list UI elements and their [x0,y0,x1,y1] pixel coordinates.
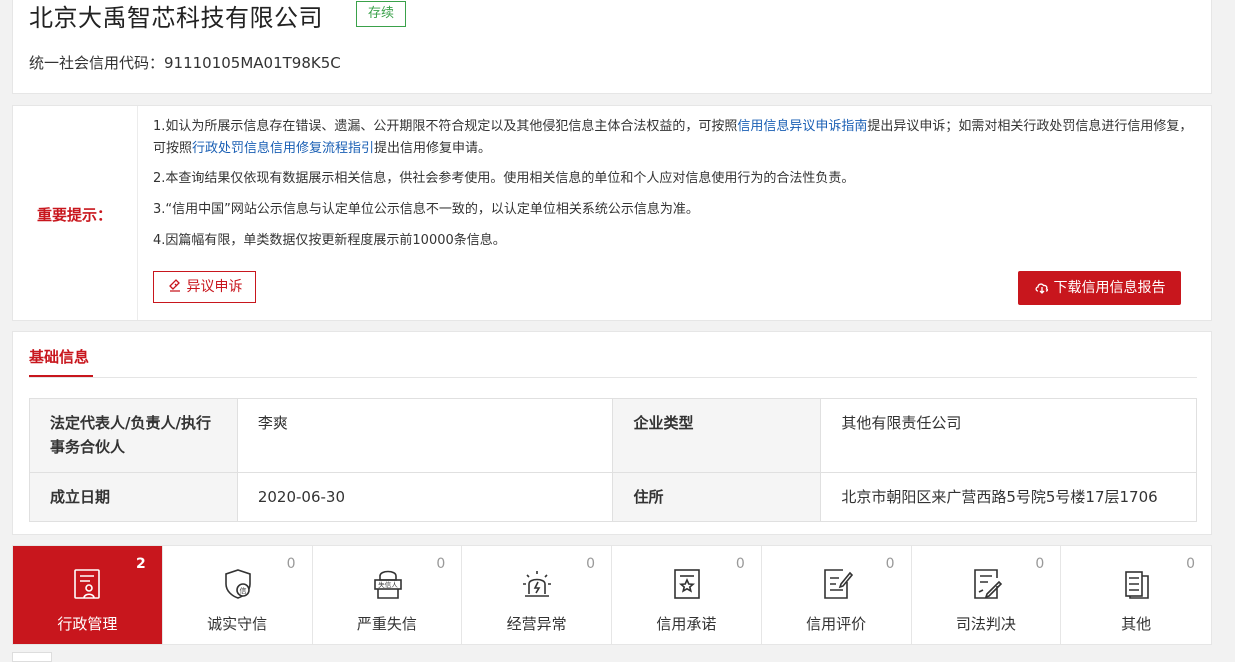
business-abnormal-icon [523,571,552,597]
repair-guide-link[interactable]: 行政处罚信息信用修复流程指引 [192,141,374,156]
download-label: 下载信用信息报告 [1053,280,1166,296]
category-judicial-judgment[interactable]: 0 司法判决 [912,546,1062,644]
address-value: 北京市朝阳区来广营西路5号院5号楼17层1706 [820,472,1197,522]
cloud-download-icon [1034,283,1048,294]
credit-code: 统一社会信用代码：91110105MA01T98K5C [29,54,341,72]
category-dishonest[interactable]: 0 失信人 严重失信 [313,546,463,644]
notice-label-column: 重要提示： [13,106,138,320]
table-row: 成立日期 2020-06-30 住所 北京市朝阳区来广营西路5号院5号楼17层1… [29,472,1197,522]
founded-date-value: 2020-06-30 [236,472,614,522]
category-honesty[interactable]: 0 信 诚实守信 [163,546,313,644]
category-credit-evaluation[interactable]: 0 信用评价 [762,546,912,644]
category-other[interactable]: 0 其他 [1061,546,1211,644]
admin-management-icon [74,569,100,599]
notice-line-4: 4.因篇幅有限，单类数据仅按更新程度展示前10000条信息。 [153,233,506,248]
category-label: 经营异常 [506,615,567,633]
appeal-icon [168,279,180,292]
category-count: 0 [286,556,296,572]
basic-info-table: 法定代表人/负责人/执行事务合伙人 李爽 企业类型 其他有限责任公司 成立日期 … [29,398,1197,522]
dishonest-person-icon: 失信人 [373,570,402,599]
notice-line-2: 2.本查询结果仅依现有数据展示相关信息，供社会参考使用。使用相关信息的单位和个人… [153,171,855,186]
credit-evaluation-icon [823,569,853,599]
category-count: 0 [1035,556,1045,572]
category-label: 诚实守信 [207,615,268,633]
download-report-button[interactable]: 下载信用信息报告 [1018,271,1181,305]
legal-rep-value: 李爽 [236,398,614,473]
status-badge: 存续 [356,1,406,27]
category-business-abnormal[interactable]: 0 经营异常 [462,546,612,644]
category-label: 严重失信 [356,615,417,633]
category-count: 0 [1186,556,1195,572]
category-count: 0 [735,556,745,572]
category-count: 0 [436,556,446,572]
appeal-guide-link[interactable]: 信用信息异议申诉指南 [737,119,867,134]
category-count: 0 [586,556,595,572]
appeal-button[interactable]: 异议申诉 [153,271,256,303]
address-key: 住所 [612,472,822,522]
page-scroll-edge [12,652,52,662]
company-type-value: 其他有限责任公司 [820,398,1197,473]
active-tab-underline [29,375,93,377]
basic-info-tab[interactable]: 基础信息 [29,346,89,367]
founded-date-key: 成立日期 [29,472,238,522]
other-icon [1125,571,1150,599]
honesty-shield-icon: 信 [224,569,251,599]
notice-line-1: 1.如认为所展示信息存在错误、遗漏、公开期限不符合规定以及其他侵犯信息主体合法权… [153,116,1193,160]
judicial-judgment-icon [973,569,1002,599]
company-header: 北京大禹智芯科技有限公司 存续 统一社会信用代码：91110105MA01T98… [12,0,1212,94]
category-label: 司法判决 [955,615,1016,633]
legal-rep-key: 法定代表人/负责人/执行事务合伙人 [29,398,238,473]
credit-category-tabs: 2 行政管理 0 信 诚实守信 0 失信人 严重失信 0 经营异常 0 信用承诺 [12,545,1212,645]
important-notice: 重要提示： 1.如认为所展示信息存在错误、遗漏、公开期限不符合规定以及其他侵犯信… [12,105,1212,321]
category-label: 信用评价 [806,615,867,633]
dishonest-text: 失信人 [378,580,398,589]
basic-info-section: 基础信息 法定代表人/负责人/执行事务合伙人 李爽 企业类型 其他有限责任公司 … [12,331,1212,535]
table-row: 法定代表人/负责人/执行事务合伙人 李爽 企业类型 其他有限责任公司 [29,398,1197,473]
section-divider [29,377,1197,378]
category-label: 信用承诺 [656,615,717,633]
notice-text: 1.如认为所展示信息存在错误、遗漏、公开期限不符合规定以及其他侵犯信息主体合法权… [153,119,738,134]
category-admin-management[interactable]: 2 行政管理 [13,546,163,644]
category-count: 0 [885,556,895,572]
shield-char: 信 [239,586,246,595]
company-type-key: 企业类型 [612,398,822,473]
appeal-label: 异议申诉 [186,279,243,295]
category-credit-commitment[interactable]: 0 信用承诺 [612,546,762,644]
category-count: 2 [136,556,146,572]
notice-line-3: 3.“信用中国”网站公示信息与认定单位公示信息不一致的，以认定单位相关系统公示信… [153,202,699,217]
notice-label: 重要提示： [37,206,113,224]
category-label: 其他 [1121,615,1152,633]
company-name: 北京大禹智芯科技有限公司 [29,4,323,32]
credit-commitment-icon [674,569,700,599]
notice-text: 提出信用修复申请。 [374,141,492,156]
category-label: 行政管理 [57,615,118,633]
